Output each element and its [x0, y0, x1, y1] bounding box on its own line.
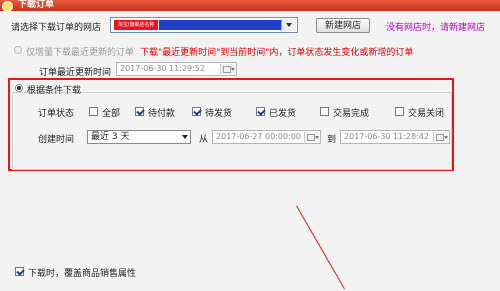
status-pending-shipment-checkbox[interactable]	[192, 107, 201, 116]
status-all-label: 全部	[102, 109, 121, 119]
last-update-field[interactable]: 2017-06-30 11:29:52	[116, 62, 237, 76]
annotation-arrow	[296, 205, 345, 290]
incremental-label: 仅增量下载最近更新的订单	[26, 48, 135, 58]
last-update-label: 订单最近更新时间	[39, 68, 112, 78]
status-closed-label: 交易关闭	[408, 109, 445, 119]
date-range-select[interactable]: 最近 3 天	[87, 130, 191, 144]
calendar-icon[interactable]	[304, 132, 319, 142]
status-shipped-checkbox[interactable]	[256, 107, 265, 116]
chevron-down-icon	[286, 23, 292, 27]
status-shipped-label: 已发货	[269, 109, 297, 119]
to-date-value: 2017-06-30 11:28:42	[344, 132, 429, 141]
status-completed-label: 交易完成	[333, 109, 370, 119]
shop-label: 请选择下载订单的网店	[11, 23, 102, 33]
to-label: 到	[327, 135, 337, 145]
status-pending-payment-checkbox[interactable]	[135, 107, 144, 116]
from-label: 从	[199, 135, 209, 145]
status-closed-checkbox[interactable]	[395, 107, 404, 116]
calendar-icon[interactable]	[433, 132, 448, 142]
last-update-value: 2017-06-30 11:29:52	[120, 64, 205, 73]
conditional-label: 根据条件下载	[27, 86, 82, 96]
created-label: 创建时间	[38, 135, 75, 145]
shop-dropdown-button[interactable]	[281, 19, 296, 31]
status-pending-shipment-label: 待发货	[205, 109, 233, 119]
incremental-radio[interactable]	[14, 46, 22, 54]
conditional-radio[interactable]	[15, 84, 23, 92]
status-pending-payment-label: 待付款	[148, 109, 176, 119]
calendar-icon[interactable]	[220, 64, 235, 74]
status-completed-checkbox[interactable]	[320, 107, 329, 116]
status-all-checkbox[interactable]	[89, 107, 98, 116]
shop-select[interactable]: 淘宝/旗舰店名称	[110, 17, 298, 33]
overwrite-checkbox[interactable]	[15, 267, 24, 276]
shop-chip: 淘宝/旗舰店名称	[114, 20, 158, 30]
new-shop-link[interactable]: 没有网店时，请新建网店	[386, 20, 485, 33]
from-date-field[interactable]: 2017-06-27 00:00:00	[212, 130, 321, 144]
app-icon	[2, 1, 13, 12]
to-date-field[interactable]: 2017-06-30 11:28:42	[340, 130, 450, 144]
incremental-note: 下载"最近更新时间"到当前时间"内，订单状态发生变化或新增的订单	[140, 48, 414, 58]
overwrite-label: 下载时，覆盖商品销售属性	[28, 269, 137, 279]
title-bar: 下载订单	[0, 0, 500, 12]
from-date-value: 2017-06-27 00:00:00	[216, 132, 301, 141]
new-shop-button[interactable]: 新建网店	[316, 18, 370, 33]
chevron-down-icon	[182, 135, 188, 139]
status-label: 订单状态	[38, 109, 75, 119]
date-range-value: 最近 3 天	[91, 132, 130, 142]
window-title: 下载订单	[18, 0, 55, 10]
selected-shop-highlight	[159, 20, 281, 30]
